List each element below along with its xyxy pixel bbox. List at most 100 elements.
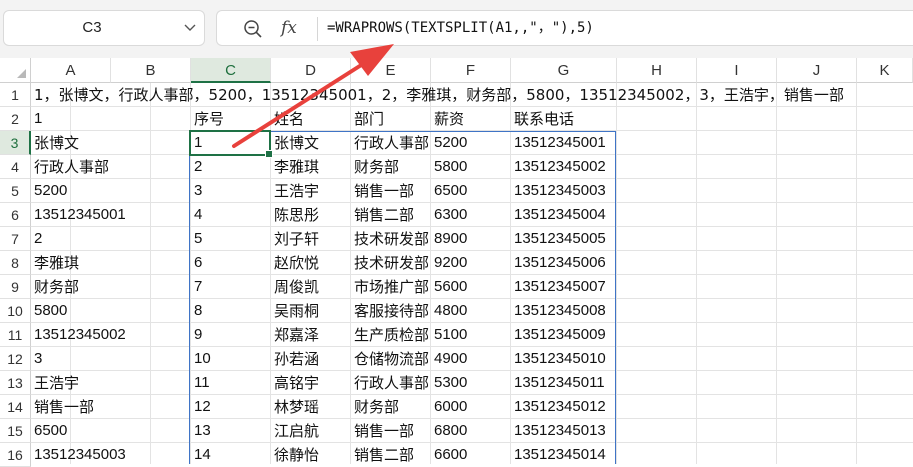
table-cell-f12[interactable]: 4900	[431, 347, 511, 371]
row-header-12[interactable]: 12	[0, 347, 31, 371]
column-header-c[interactable]: C	[191, 58, 271, 83]
table-cell-f11[interactable]: 5100	[431, 323, 511, 347]
table-cell-d8[interactable]: 赵欣悦	[271, 251, 351, 275]
table-header-g[interactable]: 联系电话	[511, 107, 617, 131]
table-cell-g16[interactable]: 13512345014	[511, 443, 617, 464]
table-cell-d5[interactable]: 王浩宇	[271, 179, 351, 203]
cell-a4[interactable]: 行政人事部	[31, 155, 191, 179]
cell-grid[interactable]: 1，张博文，行政人事部，5200，13512345001，2，李雅琪，财务部，5…	[31, 83, 913, 464]
column-header-d[interactable]: D	[271, 58, 351, 83]
table-cell-e4[interactable]: 财务部	[351, 155, 431, 179]
row-header-2[interactable]: 2	[0, 107, 31, 131]
table-cell-e6[interactable]: 销售二部	[351, 203, 431, 227]
formula-bar[interactable]: fx =WRAPROWS(TEXTSPLIT(A1,,"，"),5)	[216, 10, 913, 46]
table-cell-f3[interactable]: 5200	[431, 131, 511, 155]
table-cell-g14[interactable]: 13512345012	[511, 395, 617, 419]
table-cell-e12[interactable]: 仓储物流部	[351, 347, 431, 371]
cell-a1[interactable]: 1，张博文，行政人事部，5200，13512345001，2，李雅琪，财务部，5…	[31, 83, 913, 107]
table-header-e[interactable]: 部门	[351, 107, 431, 131]
table-cell-d3[interactable]: 张博文	[271, 131, 351, 155]
fill-handle[interactable]	[265, 150, 273, 158]
table-cell-c9[interactable]: 7	[191, 275, 271, 299]
table-cell-f4[interactable]: 5800	[431, 155, 511, 179]
cell-a6[interactable]: 13512345001	[31, 203, 191, 227]
table-cell-d7[interactable]: 刘子轩	[271, 227, 351, 251]
fx-icon[interactable]: fx	[281, 15, 307, 41]
table-cell-e10[interactable]: 客服接待部	[351, 299, 431, 323]
row-header-5[interactable]: 5	[0, 179, 31, 203]
table-cell-f15[interactable]: 6800	[431, 419, 511, 443]
table-cell-g11[interactable]: 13512345009	[511, 323, 617, 347]
table-cell-f6[interactable]: 6300	[431, 203, 511, 227]
table-cell-f14[interactable]: 6000	[431, 395, 511, 419]
table-cell-e16[interactable]: 销售二部	[351, 443, 431, 464]
table-cell-f9[interactable]: 5600	[431, 275, 511, 299]
active-cell-c3[interactable]	[189, 130, 273, 158]
cell-a14[interactable]: 销售一部	[31, 395, 191, 419]
column-header-h[interactable]: H	[617, 58, 697, 83]
table-cell-g7[interactable]: 13512345005	[511, 227, 617, 251]
table-header-c[interactable]: 序号	[191, 107, 271, 131]
table-cell-c13[interactable]: 11	[191, 371, 271, 395]
cell-a12[interactable]: 3	[31, 347, 191, 371]
table-cell-c11[interactable]: 9	[191, 323, 271, 347]
table-cell-d11[interactable]: 郑嘉泽	[271, 323, 351, 347]
row-header-13[interactable]: 13	[0, 371, 31, 395]
cell-a10[interactable]: 5800	[31, 299, 191, 323]
cell-a9[interactable]: 财务部	[31, 275, 191, 299]
column-header-i[interactable]: I	[697, 58, 777, 83]
table-cell-e9[interactable]: 市场推广部	[351, 275, 431, 299]
row-header-15[interactable]: 15	[0, 419, 31, 443]
column-header-e[interactable]: E	[351, 58, 431, 83]
table-cell-g3[interactable]: 13512345001	[511, 131, 617, 155]
table-cell-e5[interactable]: 销售一部	[351, 179, 431, 203]
table-cell-g12[interactable]: 13512345010	[511, 347, 617, 371]
table-cell-d4[interactable]: 李雅琪	[271, 155, 351, 179]
table-cell-g6[interactable]: 13512345004	[511, 203, 617, 227]
row-header-3[interactable]: 3	[0, 131, 31, 155]
table-cell-d13[interactable]: 高铭宇	[271, 371, 351, 395]
table-cell-g8[interactable]: 13512345006	[511, 251, 617, 275]
table-cell-g9[interactable]: 13512345007	[511, 275, 617, 299]
chevron-down-icon[interactable]	[184, 23, 196, 33]
column-header-b[interactable]: B	[111, 58, 191, 83]
table-cell-e15[interactable]: 销售一部	[351, 419, 431, 443]
table-cell-e13[interactable]: 行政人事部	[351, 371, 431, 395]
column-header-f[interactable]: F	[431, 58, 511, 83]
table-cell-c4[interactable]: 2	[191, 155, 271, 179]
table-cell-d10[interactable]: 吴雨桐	[271, 299, 351, 323]
table-cell-f7[interactable]: 8900	[431, 227, 511, 251]
table-header-d[interactable]: 姓名	[271, 107, 351, 131]
table-cell-d16[interactable]: 徐静怡	[271, 443, 351, 464]
table-cell-d6[interactable]: 陈思彤	[271, 203, 351, 227]
table-cell-g4[interactable]: 13512345002	[511, 155, 617, 179]
formula-text[interactable]: =WRAPROWS(TEXTSPLIT(A1,,"，"),5)	[327, 11, 594, 45]
table-cell-f13[interactable]: 5300	[431, 371, 511, 395]
table-cell-f5[interactable]: 6500	[431, 179, 511, 203]
cell-a11[interactable]: 13512345002	[31, 323, 191, 347]
row-header-10[interactable]: 10	[0, 299, 31, 323]
cell-a15[interactable]: 6500	[31, 419, 191, 443]
row-header-9[interactable]: 9	[0, 275, 31, 299]
column-header-j[interactable]: J	[777, 58, 857, 83]
cell-a8[interactable]: 李雅琪	[31, 251, 191, 275]
row-header-7[interactable]: 7	[0, 227, 31, 251]
table-cell-c5[interactable]: 3	[191, 179, 271, 203]
table-cell-c12[interactable]: 10	[191, 347, 271, 371]
column-header-a[interactable]: A	[31, 58, 111, 83]
table-cell-c16[interactable]: 14	[191, 443, 271, 464]
table-cell-f10[interactable]: 4800	[431, 299, 511, 323]
cell-a7[interactable]: 2	[31, 227, 191, 251]
cell-a16[interactable]: 13512345003	[31, 443, 191, 464]
table-cell-f8[interactable]: 9200	[431, 251, 511, 275]
table-cell-f16[interactable]: 6600	[431, 443, 511, 464]
cell-a13[interactable]: 王浩宇	[31, 371, 191, 395]
table-cell-g15[interactable]: 13512345013	[511, 419, 617, 443]
cell-a5[interactable]: 5200	[31, 179, 191, 203]
name-box[interactable]: C3	[3, 10, 205, 46]
table-cell-g10[interactable]: 13512345008	[511, 299, 617, 323]
table-cell-d9[interactable]: 周俊凯	[271, 275, 351, 299]
zoom-icon[interactable]	[243, 19, 263, 39]
row-header-1[interactable]: 1	[0, 83, 31, 107]
column-header-g[interactable]: G	[511, 58, 617, 83]
